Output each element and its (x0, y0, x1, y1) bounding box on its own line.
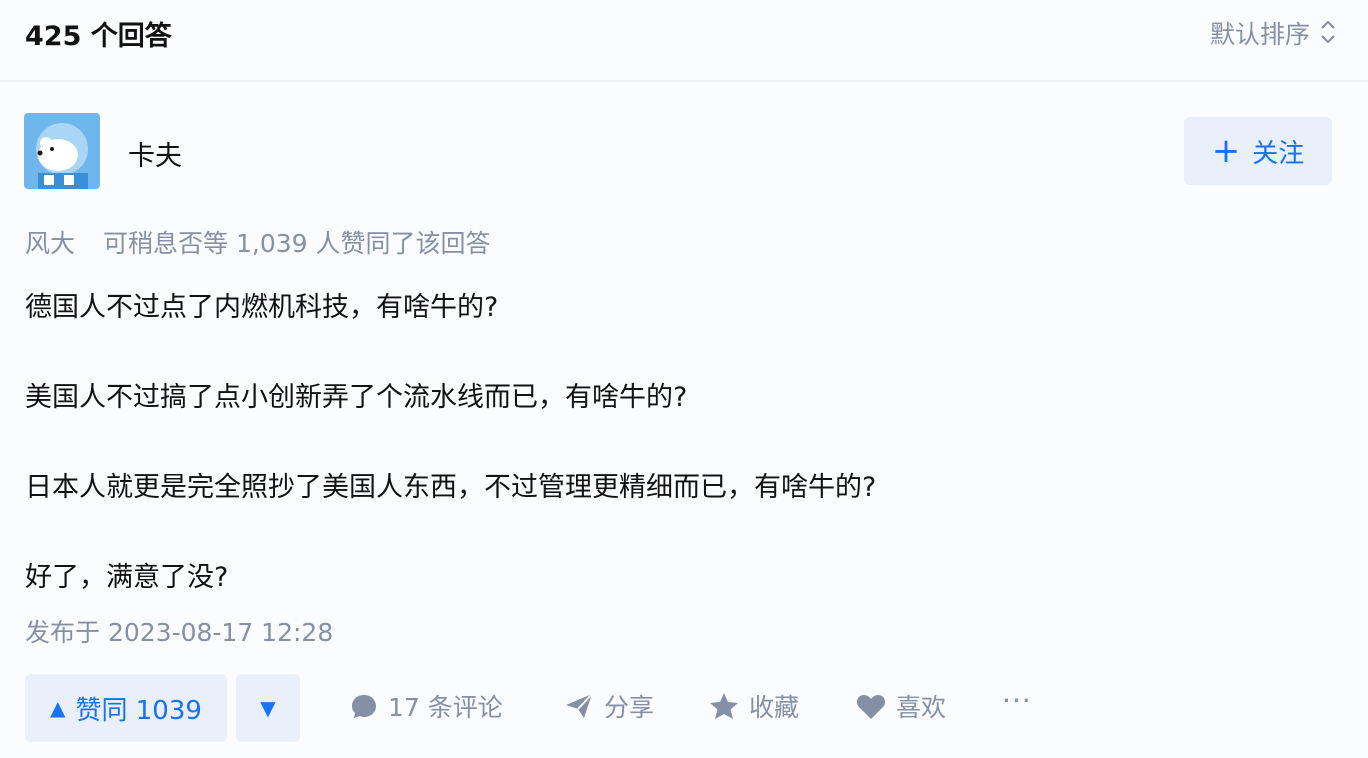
upvote-label: 赞同 1039 (75, 695, 202, 726)
answer-paragraph: 好了，满意了没? (25, 562, 229, 593)
comment-button[interactable]: 17 条评论 (350, 688, 503, 724)
heart-icon (856, 695, 886, 719)
comment-count: 17 条评论 (388, 693, 503, 722)
like-button[interactable]: 喜欢 (856, 688, 946, 724)
collect-label: 收藏 (749, 693, 800, 722)
triangle-up-icon: ▲ (50, 696, 66, 720)
answer-paragraph: 德国人不过点了内燃机科技，有啥牛的? (25, 292, 499, 323)
sort-dropdown-label[interactable]: 默认排序 (1210, 15, 1310, 51)
triangle-down-icon: ▼ (260, 696, 276, 720)
upvoter-names[interactable]: 风大 (25, 229, 75, 258)
author-avatar[interactable] (24, 113, 100, 189)
follow-button[interactable]: + 关注 (1184, 117, 1332, 185)
plus-icon: + (1211, 131, 1241, 171)
more-actions-button[interactable]: ··· (1002, 684, 1032, 717)
upvote-button[interactable]: ▲ 赞同 1039 (25, 674, 227, 742)
answer-paragraph: 美国人不过搞了点小创新弄了个流水线而已，有啥牛的? (25, 382, 688, 413)
answers-header: 425 个回答 默认排序 (0, 0, 1368, 82)
follow-label: 关注 (1252, 138, 1305, 169)
ellipsis-icon: ··· (1002, 684, 1032, 717)
answer-count: 425 个回答 (25, 21, 172, 52)
star-icon (710, 693, 738, 719)
downvote-button[interactable]: ▼ (236, 674, 300, 742)
upvoters-text: 可稍息否等 1,039 人赞同了该回答 (103, 229, 491, 258)
publish-time[interactable]: 发布于 2023-08-17 12:28 (25, 613, 333, 649)
answer-paragraph: 日本人就更是完全照抄了美国人东西，不过管理更精细而已，有啥牛的? (25, 472, 877, 503)
bear-avatar-icon (24, 113, 100, 189)
share-label: 分享 (604, 693, 655, 722)
collect-button[interactable]: 收藏 (709, 688, 799, 724)
author-name[interactable]: 卡夫 (128, 134, 182, 173)
comment-bubble-icon (352, 695, 376, 718)
upvoters-line: 风大 可稍息否等 1,039 人赞同了该回答 (25, 224, 490, 260)
like-label: 喜欢 (896, 693, 947, 722)
sort-updown-icon[interactable] (1318, 18, 1338, 46)
share-button[interactable]: 分享 (564, 688, 654, 724)
paper-plane-icon (566, 693, 593, 718)
